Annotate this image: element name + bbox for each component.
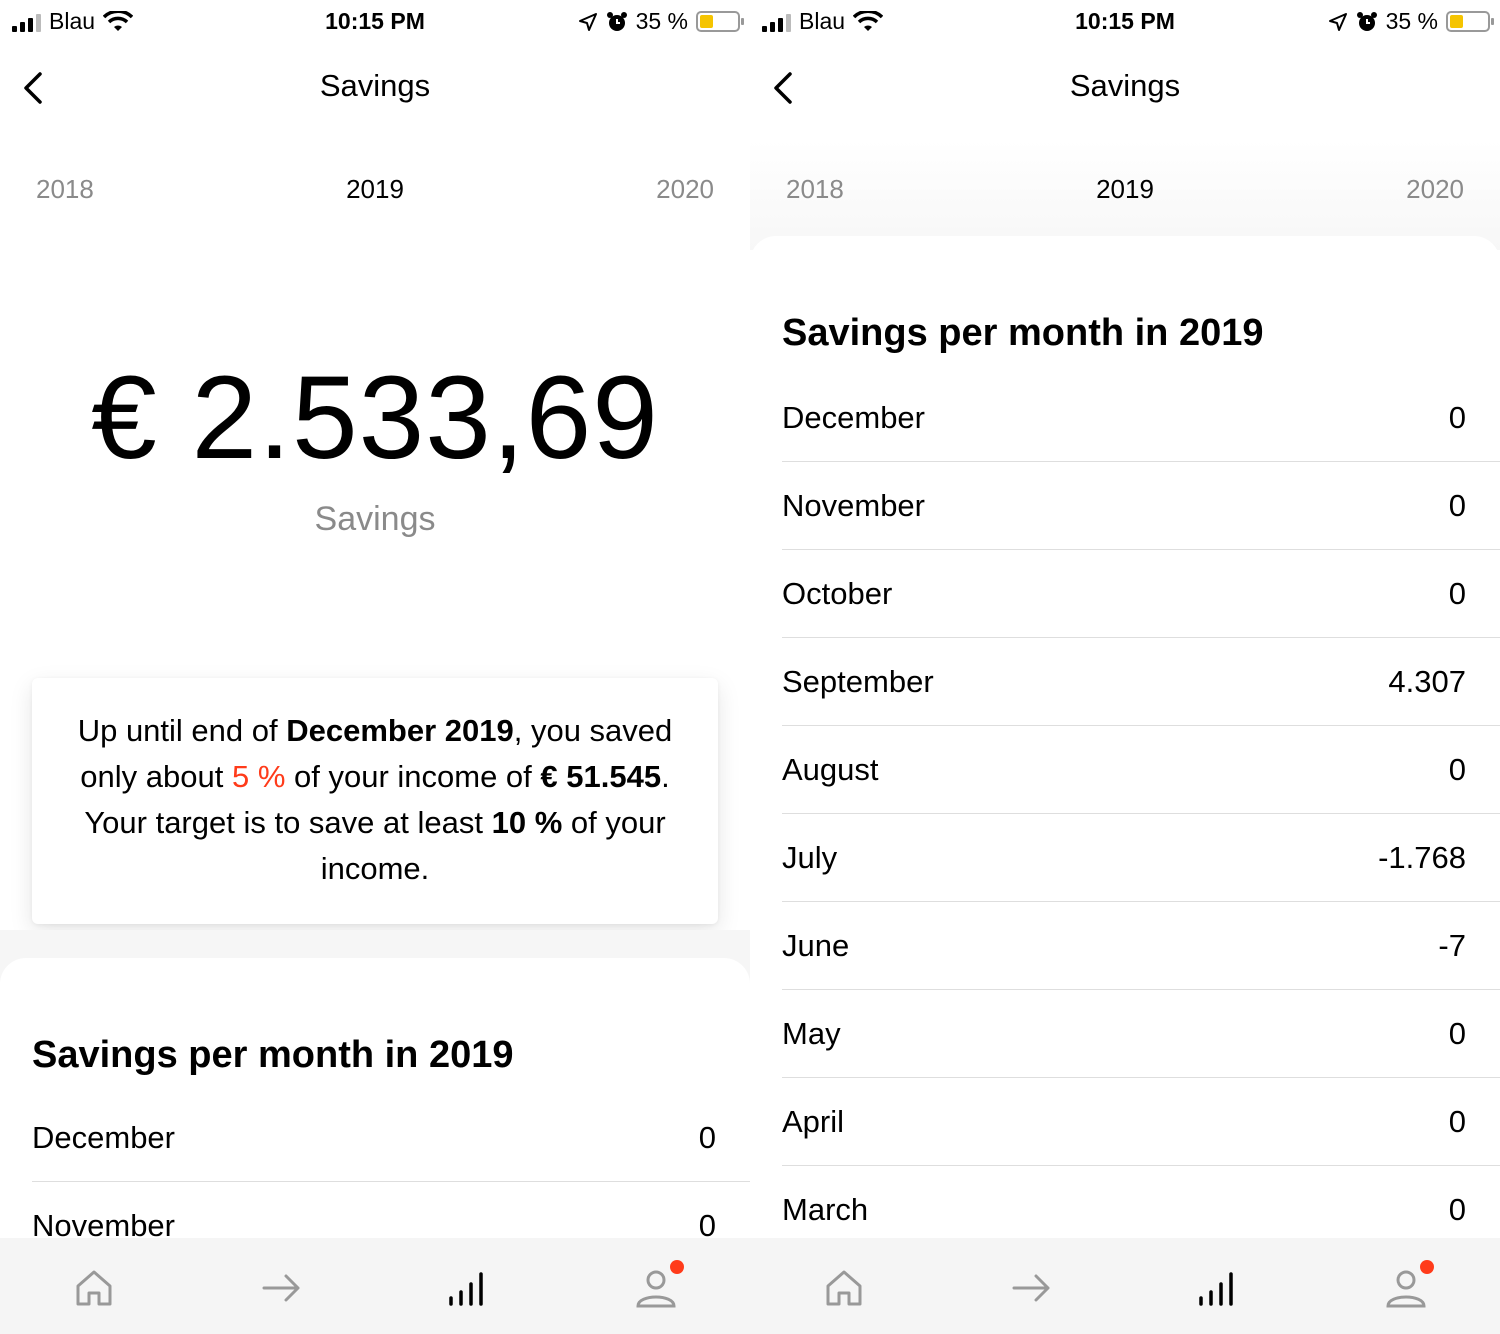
nav-bar: Savings: [750, 44, 1500, 134]
month-row[interactable]: May 0: [782, 990, 1500, 1078]
battery-level-fill: [700, 15, 713, 28]
month-value: 4.307: [1388, 664, 1466, 699]
bar-chart-icon: [449, 1272, 483, 1306]
month-value: 0: [698, 1120, 716, 1155]
tab-profile[interactable]: [634, 1260, 684, 1310]
month-name: April: [782, 1104, 845, 1139]
month-row[interactable]: October 0: [782, 550, 1500, 638]
arrow-right-icon: [1012, 1274, 1050, 1302]
home-icon: [826, 1270, 862, 1306]
alarm-icon: [1356, 11, 1377, 31]
savings-info-card: Up until end of December 2019, you saved…: [32, 678, 718, 924]
month-value: 0: [1448, 576, 1466, 611]
battery-icon: [1446, 11, 1494, 32]
month-name: December: [32, 1120, 175, 1155]
tab-transfer[interactable]: [1010, 1266, 1054, 1310]
monthly-panel: Savings per month in 2019 December 0 Novem…: [750, 236, 1500, 1334]
year-tabs: 2018 2019 2020: [750, 150, 1500, 240]
month-name: May: [782, 1016, 841, 1051]
year-tabs: 2018 2019 2020: [0, 150, 750, 240]
profile-icon: [1386, 1270, 1426, 1308]
info-period: December 2019: [286, 713, 514, 748]
month-row[interactable]: December 0: [782, 374, 1500, 462]
month-value: 0: [1448, 1192, 1466, 1227]
month-value: 0: [1448, 400, 1466, 435]
month-value: 0: [1448, 1104, 1466, 1139]
tab-statistics[interactable]: [1196, 1266, 1240, 1310]
section-title: Savings per month in 2019: [32, 1034, 514, 1076]
nav-bar: Savings: [0, 44, 750, 134]
target-rate: 10 %: [491, 805, 563, 840]
month-row[interactable]: July -1.768: [782, 814, 1500, 902]
screen-right: Blau 10:15 PM 35 % Savings 2018 2019 202…: [750, 0, 1500, 1334]
month-row[interactable]: September 4.307: [782, 638, 1500, 726]
savings-label: Savings: [314, 500, 436, 538]
month-name: June: [782, 928, 850, 963]
month-name: March: [782, 1192, 869, 1227]
tab-year-current[interactable]: 2019: [315, 174, 435, 205]
screen-left: Blau 10:15 PM 35 % Savings 2018 2019 202…: [0, 0, 750, 1334]
status-bar: Blau 10:15 PM 35 %: [750, 0, 1500, 44]
arrow-right-icon: [262, 1274, 300, 1302]
page-title: Savings: [1069, 68, 1181, 103]
alarm-icon: [606, 11, 627, 31]
notification-badge: [670, 1260, 684, 1274]
month-value: 0: [1448, 488, 1466, 523]
month-name: August: [782, 752, 879, 787]
tab-statistics[interactable]: [446, 1266, 490, 1310]
tab-bar: [0, 1238, 750, 1334]
tab-profile[interactable]: [1384, 1260, 1434, 1310]
info-text: of your income of: [285, 759, 541, 794]
page-title: Savings: [319, 68, 431, 103]
location-icon: [578, 12, 597, 31]
tab-year-next[interactable]: 2020: [656, 174, 714, 205]
month-row[interactable]: April 0: [782, 1078, 1500, 1166]
profile-icon: [636, 1270, 676, 1308]
income-amount: € 51.545: [540, 759, 662, 794]
month-name: July: [782, 840, 838, 875]
tab-home[interactable]: [72, 1266, 116, 1310]
tab-transfer[interactable]: [260, 1266, 304, 1310]
month-value: -1.768: [1378, 840, 1466, 875]
home-icon: [76, 1270, 112, 1306]
month-name: October: [782, 576, 893, 611]
battery-level-fill: [1450, 15, 1463, 28]
tab-home[interactable]: [822, 1266, 866, 1310]
month-value: -7: [1438, 928, 1466, 963]
tab-bar: [750, 1238, 1500, 1334]
tab-year-next[interactable]: 2020: [1406, 174, 1464, 205]
location-icon: [1328, 12, 1347, 31]
tab-year-prev[interactable]: 2018: [786, 174, 844, 205]
month-row[interactable]: June -7: [782, 902, 1500, 990]
month-row[interactable]: August 0: [782, 726, 1500, 814]
month-name: November: [782, 488, 925, 523]
savings-rate: 5 %: [231, 759, 286, 794]
month-name: December: [782, 400, 925, 435]
month-row[interactable]: December 0: [32, 1094, 750, 1182]
month-row[interactable]: November 0: [782, 462, 1500, 550]
tab-year-prev[interactable]: 2018: [36, 174, 94, 205]
battery-percent: 35 %: [635, 8, 688, 34]
savings-amount: € 2.533,69: [91, 352, 659, 484]
battery-icon: [696, 11, 744, 32]
tab-year-current[interactable]: 2019: [1065, 174, 1185, 205]
month-list: December 0 November 0 October 0 September 4.307…: [782, 374, 1500, 1254]
month-name: September: [782, 664, 934, 699]
status-bar: Blau 10:15 PM 35 %: [0, 0, 750, 44]
info-text: Up until end of: [77, 713, 287, 748]
month-value: 0: [1448, 1016, 1466, 1051]
month-value: 0: [1448, 752, 1466, 787]
bar-chart-icon: [1199, 1272, 1233, 1306]
section-title: Savings per month in 2019: [782, 312, 1264, 354]
battery-percent: 35 %: [1385, 8, 1438, 34]
notification-badge: [1420, 1260, 1434, 1274]
